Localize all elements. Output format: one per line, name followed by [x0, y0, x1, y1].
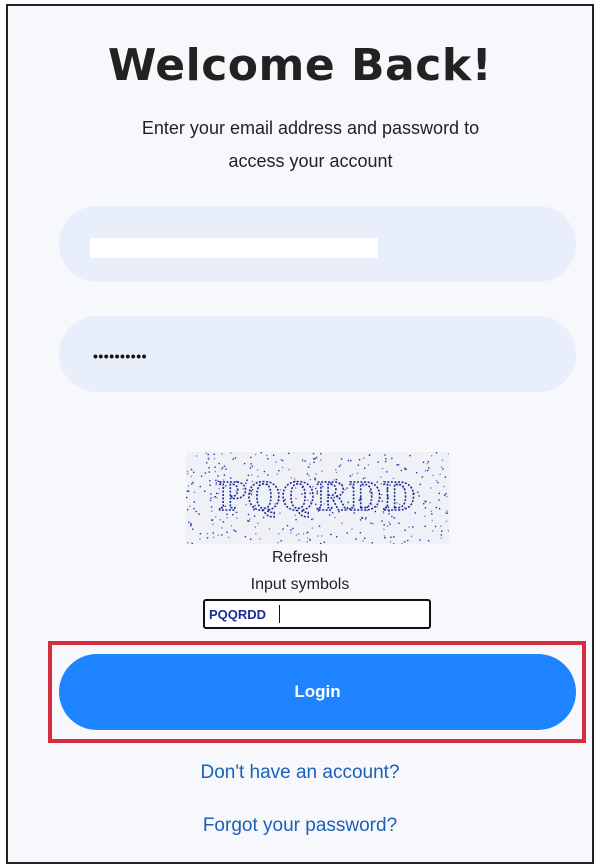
captcha-image: PQQRDD [186, 452, 449, 544]
email-field-value [90, 238, 378, 258]
email-field[interactable] [59, 206, 576, 282]
login-button[interactable]: Login [59, 654, 576, 730]
page-title: Welcome Back! [107, 40, 493, 91]
password-field-value: •••••••••• [93, 348, 148, 364]
captcha-text: PQQRDD [218, 474, 416, 519]
forgot-password-link[interactable]: Forgot your password? [8, 815, 592, 837]
password-field[interactable]: •••••••••• [59, 316, 576, 392]
captcha-input-value: PQQRDD [209, 607, 267, 622]
signup-link[interactable]: Don't have an account? [8, 762, 592, 784]
page-subtitle: Enter your email address and password to… [141, 118, 480, 171]
login-screen: Welcome Back! Enter your email address a… [6, 4, 594, 864]
captcha-input-label: Input symbols [250, 576, 350, 593]
captcha-input[interactable]: PQQRDD [203, 599, 431, 629]
text-caret [279, 605, 280, 623]
captcha-refresh-link[interactable]: Refresh [8, 549, 592, 567]
